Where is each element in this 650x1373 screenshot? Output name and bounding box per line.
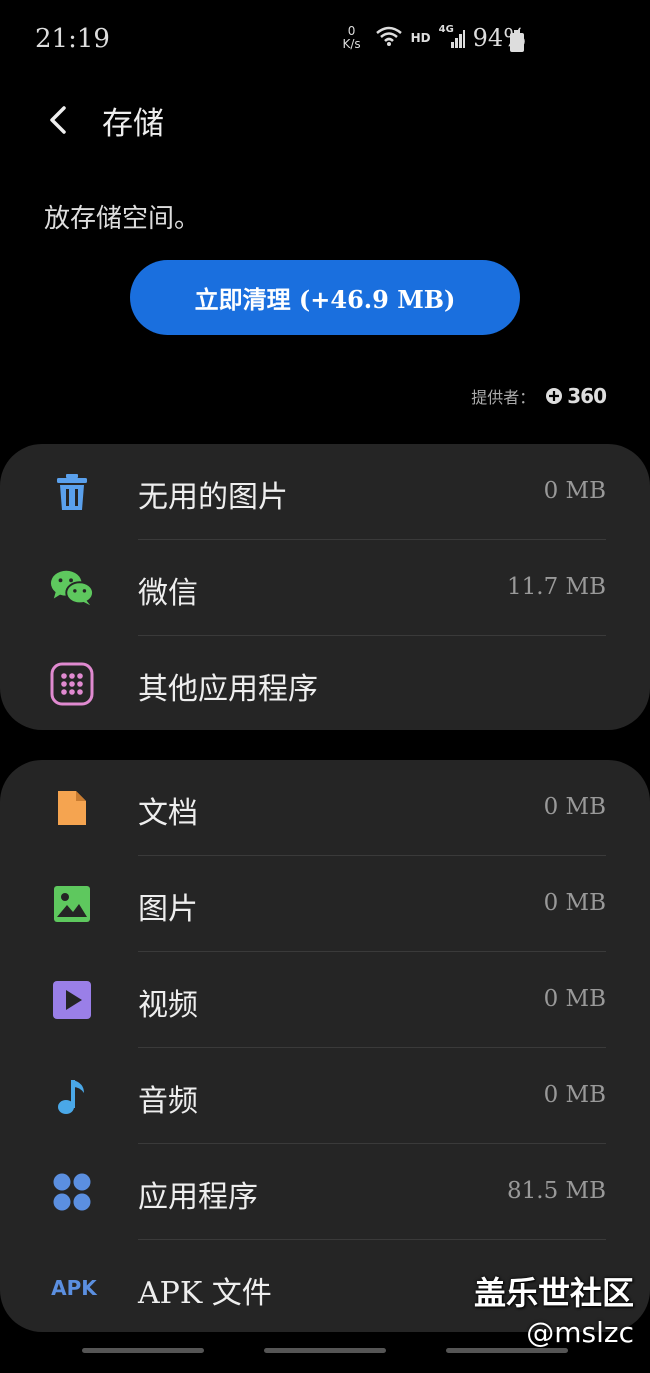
nav-recents-button[interactable]: [82, 1348, 204, 1353]
nav-home-button[interactable]: [264, 1348, 386, 1353]
description-text: 放存储空间。: [44, 204, 201, 234]
list-item-audio[interactable]: 音频 0 MB: [0, 1048, 650, 1144]
360-logo-text: 360: [567, 384, 607, 408]
list-item-size: 0 MB: [543, 986, 606, 1012]
wifi-icon: [375, 25, 403, 51]
360-logo: 360: [545, 384, 607, 408]
net-speed: 0 K/s: [342, 25, 360, 51]
list-item-size: 11.7 MB: [507, 574, 606, 600]
header: 存储: [0, 90, 650, 150]
list-item-size: 0 MB: [543, 890, 606, 916]
image-icon: [50, 882, 94, 926]
list-item-label: 文档: [138, 796, 198, 831]
apps-icon: [50, 1170, 94, 1214]
back-button[interactable]: [44, 100, 74, 140]
video-icon: [50, 978, 94, 1022]
list-item-documents[interactable]: 文档 0 MB: [0, 760, 650, 856]
clean-now-button[interactable]: 立即清理 (+46.9 MB): [130, 260, 520, 335]
cleanup-card: 无用的图片 0 MB 微信 11.7 MB 其他应用程序: [0, 444, 650, 730]
provider-info: 提供者： 360: [471, 384, 607, 408]
chevron-left-icon: [50, 106, 66, 134]
list-item-label: 图片: [138, 892, 198, 927]
document-icon: [50, 786, 94, 830]
list-item-label: 微信: [138, 576, 198, 611]
list-item-size: 0 MB: [543, 794, 606, 820]
list-item-size: 0 MB: [543, 1082, 606, 1108]
trash-icon: [50, 470, 94, 514]
list-item-label: APK 文件: [138, 1276, 272, 1311]
net-speed-unit: K/s: [342, 37, 361, 51]
nav-back-button[interactable]: [446, 1348, 568, 1353]
list-item-other-apps[interactable]: 其他应用程序: [0, 636, 650, 732]
360-logo-icon: [546, 388, 563, 404]
apk-icon: APK: [51, 1276, 97, 1300]
list-item-label: 应用程序: [138, 1180, 258, 1215]
list-item-label: 其他应用程序: [138, 672, 318, 707]
status-time: 21:19: [35, 24, 110, 54]
list-item-junk-images[interactable]: 无用的图片 0 MB: [0, 444, 650, 540]
hd-indicator: HD: [410, 31, 431, 45]
list-item-images[interactable]: 图片 0 MB: [0, 856, 650, 952]
storage-categories-card: 文档 0 MB 图片 0 MB 视频 0 MB 音频 0 MB 应用程序 81.…: [0, 760, 650, 1332]
signal-icon: 4G: [439, 24, 465, 50]
list-item-size: 81.5 MB: [507, 1178, 606, 1204]
navigation-bar: [0, 1333, 650, 1373]
list-item-wechat[interactable]: 微信 11.7 MB: [0, 540, 650, 636]
music-note-icon: [50, 1074, 94, 1118]
list-item-label: 视频: [138, 988, 198, 1023]
status-bar: 21:19 0 K/s HD 4G 94%: [0, 0, 650, 80]
watermark-title: 盖乐世社区: [473, 1274, 634, 1312]
list-item-label: 无用的图片: [138, 480, 288, 515]
list-item-apps[interactable]: 应用程序 81.5 MB: [0, 1144, 650, 1240]
wechat-icon: [50, 566, 94, 610]
status-indicators: 0 K/s HD 4G 94%: [342, 24, 526, 52]
provider-label: 提供者：: [471, 388, 536, 407]
list-item-videos[interactable]: 视频 0 MB: [0, 952, 650, 1048]
list-item-size: 0 MB: [543, 478, 606, 504]
list-item-label: 音频: [138, 1084, 198, 1119]
battery-icon: [510, 30, 524, 56]
apps-grid-icon: [50, 662, 94, 706]
page-title: 存储: [102, 106, 164, 142]
clean-now-label: 立即清理 (+46.9 MB): [194, 285, 456, 314]
